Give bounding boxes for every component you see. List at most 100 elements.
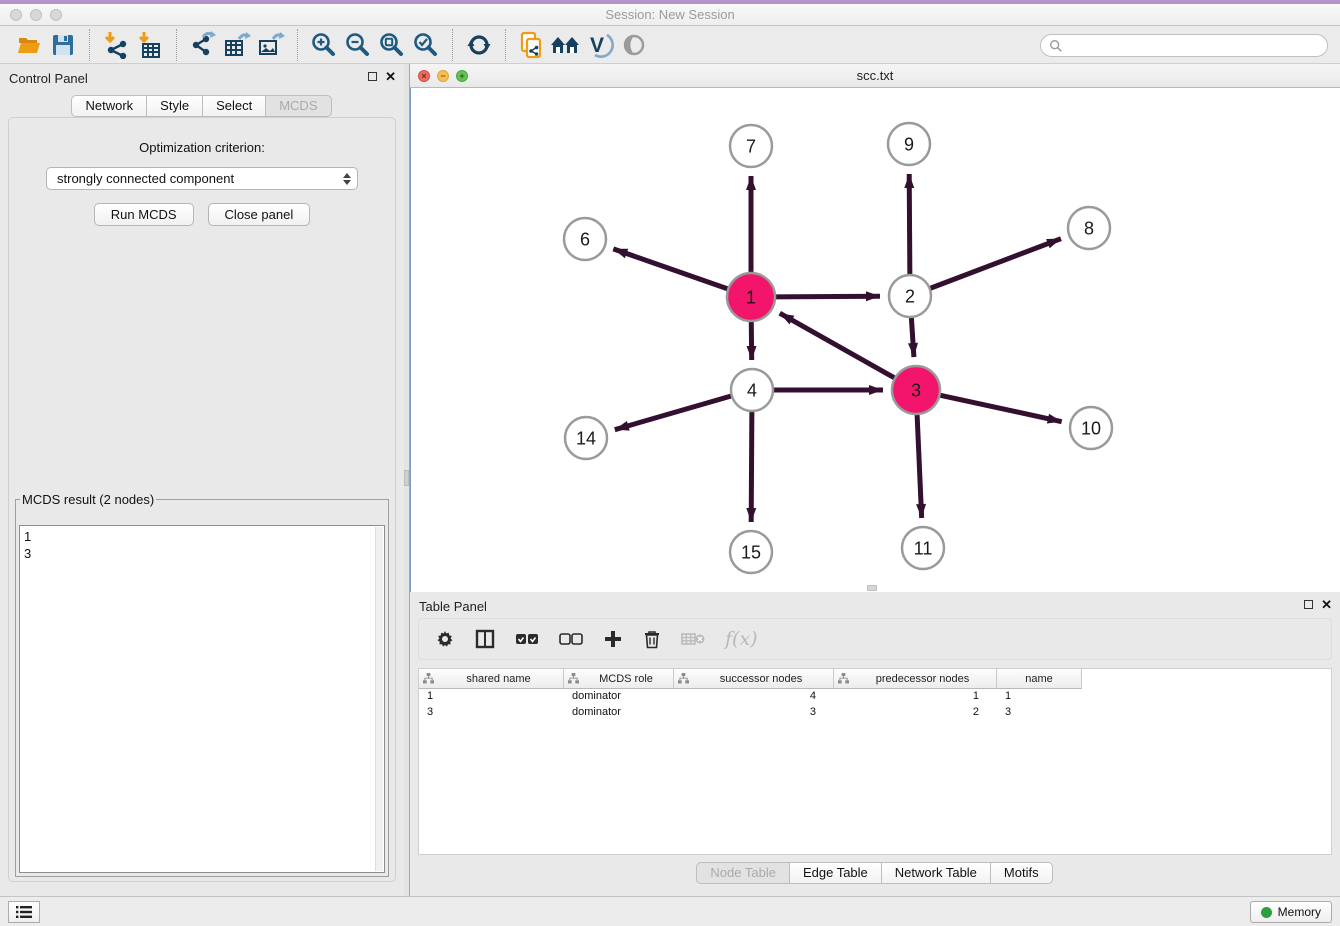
export-network-icon[interactable]: [186, 30, 220, 60]
mcds-panel: Optimization criterion: strongly connect…: [8, 117, 396, 882]
cell-name[interactable]: 1: [997, 689, 1082, 705]
table-row[interactable]: 1dominator411: [419, 689, 1331, 705]
search-icon: [1049, 39, 1063, 53]
save-session-icon[interactable]: [46, 30, 80, 60]
export-table-icon[interactable]: [220, 30, 254, 60]
graph-edge-1-6[interactable]: [613, 249, 730, 290]
toolbar-separator: [505, 29, 506, 61]
column-header-MCDS-role[interactable]: MCDS role: [564, 669, 674, 689]
column-header-shared-name[interactable]: shared name: [419, 669, 564, 689]
graph-edge-3-11[interactable]: [917, 412, 922, 518]
float-table-panel-icon[interactable]: [1304, 600, 1313, 609]
graphics-details-toggle-icon[interactable]: [617, 30, 651, 60]
network-window-titlebar: × − + scc.txt: [410, 64, 1340, 88]
cell-shared-name[interactable]: 1: [419, 689, 564, 705]
graph-edge-3-1[interactable]: [780, 313, 897, 379]
memory-label: Memory: [1278, 905, 1321, 919]
list-icon: [15, 905, 33, 919]
tab-edge-table[interactable]: Edge Table: [789, 862, 882, 884]
graph-node-label-3: 3: [911, 380, 921, 400]
graph-edge-2-3[interactable]: [911, 315, 914, 357]
toolbar-separator: [176, 29, 177, 61]
tab-motifs[interactable]: Motifs: [990, 862, 1053, 884]
graph-edge-4-15[interactable]: [751, 409, 752, 522]
cell-name[interactable]: 3: [997, 705, 1082, 721]
close-panel-icon[interactable]: ✕: [385, 71, 396, 82]
divider-grab-handle[interactable]: [404, 470, 409, 486]
cell-successor-nodes[interactable]: 3: [674, 705, 834, 721]
graph-edge-4-14[interactable]: [615, 395, 734, 429]
graph-node-label-9: 9: [904, 134, 914, 154]
tab-select[interactable]: Select: [202, 95, 266, 117]
cell-MCDS-role[interactable]: dominator: [564, 705, 674, 721]
network-homes-icon[interactable]: [549, 30, 583, 60]
node-table: shared nameMCDS rolesuccessor nodesprede…: [418, 668, 1332, 855]
cell-shared-name[interactable]: 3: [419, 705, 564, 721]
memory-button[interactable]: Memory: [1250, 901, 1332, 923]
zoom-fit-icon[interactable]: [375, 30, 409, 60]
refresh-view-icon[interactable]: [462, 30, 496, 60]
delete-column-icon[interactable]: [643, 629, 661, 649]
table-toolbar: f(x): [418, 618, 1332, 660]
search-input[interactable]: [1063, 37, 1327, 55]
close-table-panel-icon[interactable]: ✕: [1321, 599, 1332, 610]
add-column-icon[interactable]: [603, 629, 623, 649]
close-panel-button[interactable]: Close panel: [208, 203, 311, 226]
export-image-icon[interactable]: [254, 30, 288, 60]
tab-mcds[interactable]: MCDS: [265, 95, 331, 117]
column-type-icon: [678, 673, 689, 684]
result-scrollbar[interactable]: [375, 527, 383, 871]
zoom-out-icon[interactable]: [341, 30, 375, 60]
cell-successor-nodes[interactable]: 4: [674, 689, 834, 705]
cell-MCDS-role[interactable]: dominator: [564, 689, 674, 705]
delete-table-icon[interactable]: [681, 631, 705, 647]
deselect-all-checkboxes-icon[interactable]: [559, 632, 583, 646]
column-type-icon: [568, 673, 579, 684]
zoom-selected-icon[interactable]: [409, 30, 443, 60]
import-table-icon[interactable]: [133, 30, 167, 60]
graph-edge-2-8[interactable]: [928, 239, 1061, 290]
cell-predecessor-nodes[interactable]: 1: [834, 689, 997, 705]
tab-node-table[interactable]: Node Table: [696, 862, 790, 884]
function-builder-icon[interactable]: f(x): [725, 628, 758, 650]
table-row[interactable]: 3dominator323: [419, 705, 1331, 721]
column-type-icon: [838, 673, 849, 684]
network-canvas[interactable]: 7968124314101511: [410, 88, 1340, 592]
zoom-in-icon[interactable]: [307, 30, 341, 60]
toolbar-separator: [452, 29, 453, 61]
copy-network-document-icon[interactable]: [515, 30, 549, 60]
graph-edge-2-9[interactable]: [909, 174, 910, 277]
task-history-button[interactable]: [8, 901, 40, 923]
cell-predecessor-nodes[interactable]: 2: [834, 705, 997, 721]
import-network-icon[interactable]: [99, 30, 133, 60]
application-window: Session: New Session: [0, 0, 1340, 926]
column-header-name[interactable]: name: [997, 669, 1082, 689]
memory-status-icon: [1261, 907, 1272, 918]
visual-style-toggle-icon[interactable]: V: [583, 30, 617, 60]
graph-node-label-2: 2: [905, 286, 915, 306]
graph-edge-1-2[interactable]: [773, 296, 880, 297]
tab-network[interactable]: Network: [71, 95, 147, 117]
network-view-window: × − + scc.txt 7968124314101511: [410, 64, 1340, 592]
tab-network-table[interactable]: Network Table: [881, 862, 991, 884]
show-columns-icon[interactable]: [475, 629, 495, 649]
run-mcds-button[interactable]: Run MCDS: [94, 203, 194, 226]
column-settings-gear-icon[interactable]: [435, 629, 455, 649]
open-session-icon[interactable]: [12, 30, 46, 60]
network-window-title: scc.txt: [410, 68, 1340, 83]
column-header-predecessor-nodes[interactable]: predecessor nodes: [834, 669, 997, 689]
svg-text:V: V: [590, 34, 604, 57]
graph-node-label-8: 8: [1084, 218, 1094, 238]
graph-node-label-4: 4: [747, 380, 757, 400]
column-header-successor-nodes[interactable]: successor nodes: [674, 669, 834, 689]
float-panel-icon[interactable]: [368, 72, 377, 81]
window-titlebar: Session: New Session: [0, 4, 1340, 26]
mcds-result-list[interactable]: 13: [19, 525, 385, 873]
graph-node-label-10: 10: [1081, 418, 1101, 438]
canvas-resize-handle[interactable]: [867, 585, 877, 591]
optimization-criterion-dropdown[interactable]: strongly connected component: [46, 167, 358, 190]
graph-edge-3-10[interactable]: [937, 395, 1061, 422]
select-all-checkboxes-icon[interactable]: [515, 632, 539, 646]
window-title: Session: New Session: [0, 7, 1340, 22]
tab-style[interactable]: Style: [146, 95, 203, 117]
